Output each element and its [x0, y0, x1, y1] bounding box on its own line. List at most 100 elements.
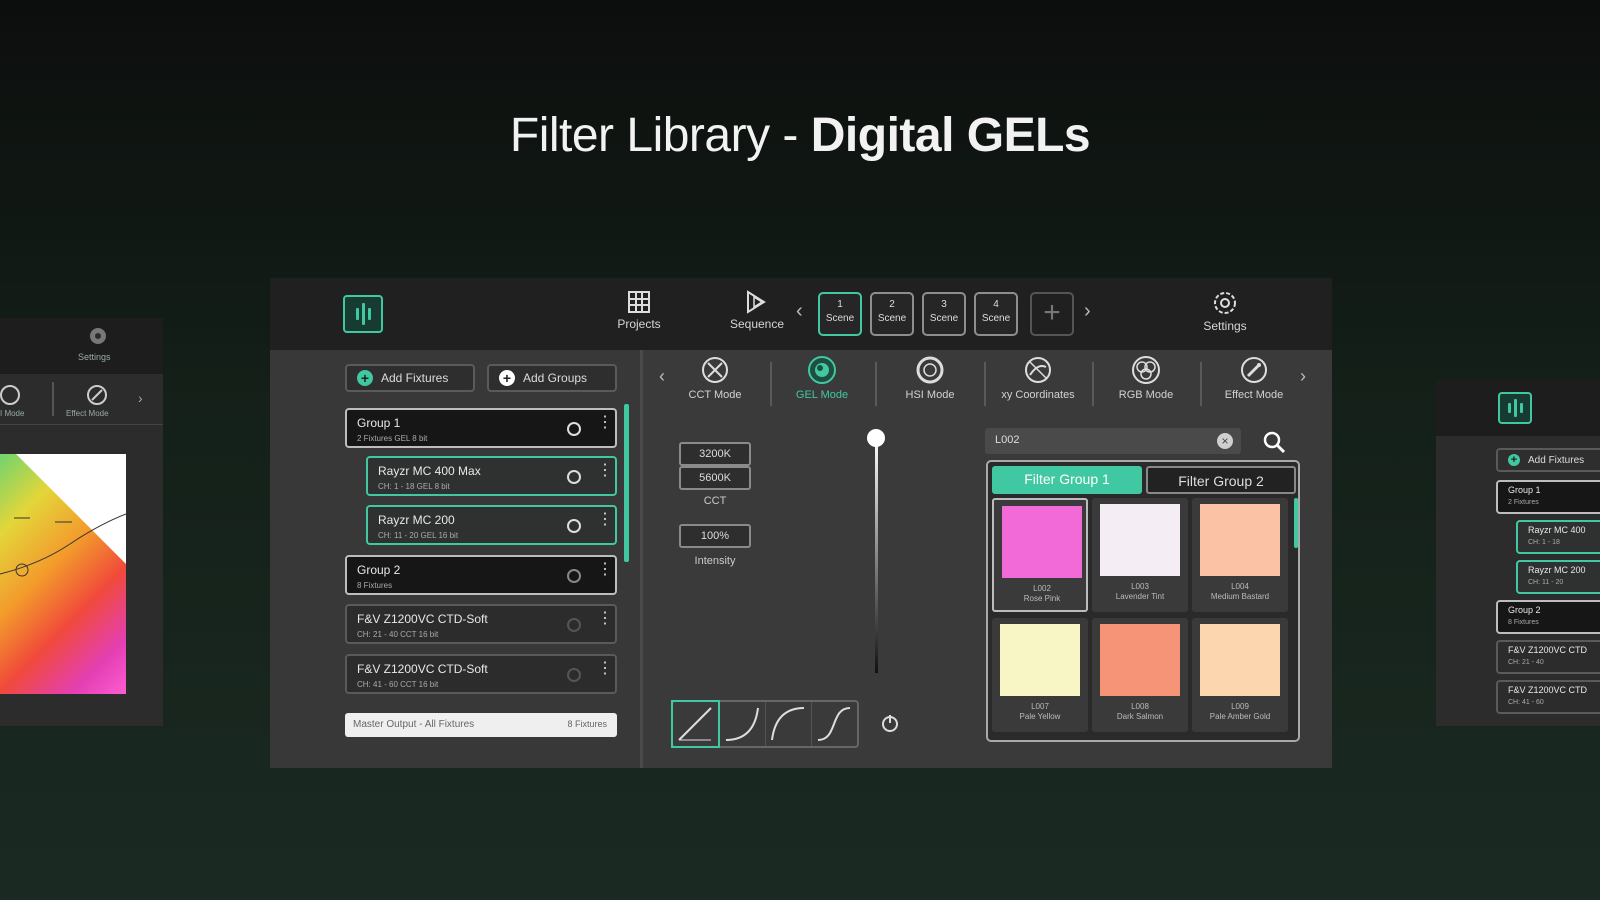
- scene-3-button[interactable]: 3 Scene: [922, 292, 966, 336]
- clear-search-icon[interactable]: ×: [1217, 433, 1233, 449]
- right-fixture-fv-2[interactable]: F&V Z1200VC CTD CH: 41 - 60: [1496, 680, 1600, 714]
- panel-divider[interactable]: [640, 350, 643, 768]
- gel-swatch[interactable]: L003 Lavender Tint: [1092, 498, 1188, 612]
- add-scene-button[interactable]: +: [1030, 292, 1074, 336]
- group-2-details: 8 Fixtures: [357, 581, 393, 590]
- more-vertical-icon[interactable]: ⋮: [597, 463, 613, 479]
- app-logo-icon[interactable]: [1498, 392, 1532, 424]
- more-vertical-icon[interactable]: ⋮: [597, 415, 613, 431]
- left-settings-label: Settings: [78, 352, 111, 362]
- gel-swatch[interactable]: L009 Pale Amber Gold: [1192, 618, 1288, 732]
- right-group-2[interactable]: Group 28 Fixtures: [1496, 600, 1600, 634]
- intensity-value[interactable]: 100%: [679, 524, 751, 548]
- fixture-group-1[interactable]: Group 1 2 Fixtures GEL 8 bit ⋮: [345, 408, 617, 448]
- hsi-mode-button[interactable]: HSI Mode: [885, 355, 975, 401]
- gel-swatch[interactable]: L007 Pale Yellow: [992, 618, 1088, 732]
- more-vertical-icon[interactable]: ⋮: [597, 562, 613, 578]
- gel-search-input[interactable]: L002 ×: [985, 428, 1241, 454]
- sequence-play-icon: [747, 290, 766, 314]
- projects-button[interactable]: Projects: [604, 290, 674, 331]
- fixture-rayzr-400[interactable]: Rayzr MC 400 Max CH: 1 - 18 GEL 8 bit ⋮: [366, 456, 617, 496]
- intensity-slider-handle[interactable]: [867, 429, 885, 447]
- more-vertical-icon[interactable]: ⋮: [597, 611, 613, 627]
- power-icon[interactable]: [567, 618, 581, 632]
- gel-label: L009 Pale Amber Gold: [1209, 702, 1271, 721]
- add-fixtures-button[interactable]: + Add Fixtures: [345, 364, 475, 392]
- effect-mode-icon[interactable]: [86, 384, 108, 406]
- tab-filter-group-2[interactable]: Filter Group 2: [1146, 466, 1296, 494]
- settings-button[interactable]: Settings: [1190, 290, 1260, 333]
- gel-swatch[interactable]: L008 Dark Salmon: [1092, 618, 1188, 732]
- master-output-bar[interactable]: Master Output - All Fixtures 8 Fixtures: [345, 713, 617, 737]
- right-add-fixtures-button[interactable]: + Add Fixtures: [1496, 448, 1600, 472]
- master-output-count: 8 Fixtures: [567, 719, 607, 729]
- tab-filter-group-1[interactable]: Filter Group 1: [992, 466, 1142, 494]
- app-logo-icon[interactable]: [343, 295, 383, 333]
- effect-mode-button[interactable]: Effect Mode: [1209, 355, 1299, 401]
- gel-mode-button[interactable]: GEL Mode: [777, 355, 867, 401]
- fixture-name: F&V Z1200VC CTD-Soft: [357, 612, 488, 626]
- intensity-slider-track[interactable]: [875, 438, 878, 673]
- gel-mode-label: GEL Mode: [795, 389, 849, 401]
- cct-mode-button[interactable]: CCT Mode: [670, 355, 760, 401]
- gel-swatch[interactable]: L002 Rose Pink: [992, 498, 1088, 612]
- dimming-curve-selector: [671, 700, 859, 748]
- settings-icon[interactable]: [88, 326, 108, 346]
- scene-2-number: 2: [889, 299, 895, 310]
- scene-next-chevron-icon[interactable]: ›: [1084, 300, 1091, 323]
- add-groups-button[interactable]: + Add Groups: [487, 364, 617, 392]
- left-mode-row: I Mode Effect Mode ›: [0, 376, 163, 425]
- s-curve-option[interactable]: [812, 702, 857, 746]
- mode-separator: [1092, 362, 1094, 406]
- more-vertical-icon[interactable]: ⋮: [597, 512, 613, 528]
- gel-label: L002 Rose Pink: [1023, 584, 1061, 603]
- left-chevron-right-icon[interactable]: ›: [138, 390, 143, 406]
- projects-label: Projects: [617, 317, 661, 331]
- power-icon[interactable]: [567, 519, 581, 533]
- right-preview-panel: + Add Fixtures Group 12 Fixtures Rayzr MC…: [1436, 380, 1600, 726]
- gel-label: L004 Medium Bastard: [1210, 582, 1270, 601]
- power-icon[interactable]: [567, 470, 581, 484]
- scene-prev-chevron-icon[interactable]: ‹: [796, 300, 803, 323]
- right-fixture-fv-1[interactable]: F&V Z1200VC CTD CH: 21 - 40: [1496, 640, 1600, 674]
- fixture-group-2[interactable]: Group 2 8 Fixtures ⋮: [345, 555, 617, 595]
- gel-color-chip: [1200, 504, 1280, 576]
- right-group-1[interactable]: Group 12 Fixtures: [1496, 480, 1600, 514]
- gel-color-chip: [1000, 624, 1080, 696]
- filter-library-scrollbar[interactable]: [1294, 498, 1298, 548]
- sequence-label: Sequence: [729, 317, 785, 331]
- cct-cool-value[interactable]: 5600K: [679, 466, 751, 490]
- xy-coordinates-icon: [1025, 357, 1051, 383]
- right-fixture-rayzr-400[interactable]: Rayzr MC 400 CH: 1 - 18: [1516, 520, 1600, 554]
- rgb-mode-button[interactable]: RGB Mode: [1101, 355, 1191, 401]
- sequence-button[interactable]: Sequence: [722, 290, 792, 331]
- color-gamut-picker[interactable]: [0, 454, 126, 694]
- left-preview-panel: Settings I Mode Effect Mode ›: [0, 318, 163, 726]
- gel-color-chip: [1100, 624, 1180, 696]
- scene-2-button[interactable]: 2 Scene: [870, 292, 914, 336]
- xy-coordinates-button[interactable]: xy Coordinates: [993, 355, 1083, 401]
- mode-next-chevron-icon[interactable]: ›: [1300, 366, 1306, 387]
- gel-color-chip: [1002, 506, 1082, 578]
- search-icon[interactable]: [1262, 430, 1286, 454]
- exponential-curve-option[interactable]: [720, 702, 766, 746]
- hsi-mode-icon[interactable]: [0, 384, 22, 406]
- cct-warm-value[interactable]: 3200K: [679, 442, 751, 466]
- mode-prev-chevron-icon[interactable]: ‹: [659, 366, 665, 387]
- logarithmic-curve-option[interactable]: [766, 702, 812, 746]
- scene-4-button[interactable]: 4 Scene: [974, 292, 1018, 336]
- fixture-list-scrollbar[interactable]: [624, 404, 629, 562]
- gel-label: L008 Dark Salmon: [1116, 702, 1164, 721]
- right-fixture-rayzr-200[interactable]: Rayzr MC 200 CH: 11 - 20: [1516, 560, 1600, 594]
- power-icon[interactable]: [567, 422, 581, 436]
- more-vertical-icon[interactable]: ⋮: [597, 661, 613, 677]
- scene-1-button[interactable]: 1 Scene: [818, 292, 862, 336]
- gel-swatch[interactable]: L004 Medium Bastard: [1192, 498, 1288, 612]
- fixture-fv-2[interactable]: F&V Z1200VC CTD-Soft CH: 41 - 60 CCT 16 …: [345, 654, 617, 694]
- fixture-rayzr-200[interactable]: Rayzr MC 200 CH: 11 - 20 GEL 16 bit ⋮: [366, 505, 617, 545]
- power-icon[interactable]: [567, 668, 581, 682]
- power-icon[interactable]: [880, 713, 900, 733]
- power-icon[interactable]: [567, 569, 581, 583]
- linear-curve-option[interactable]: [671, 700, 720, 748]
- fixture-fv-1[interactable]: F&V Z1200VC CTD-Soft CH: 21 - 40 CCT 16 …: [345, 604, 617, 644]
